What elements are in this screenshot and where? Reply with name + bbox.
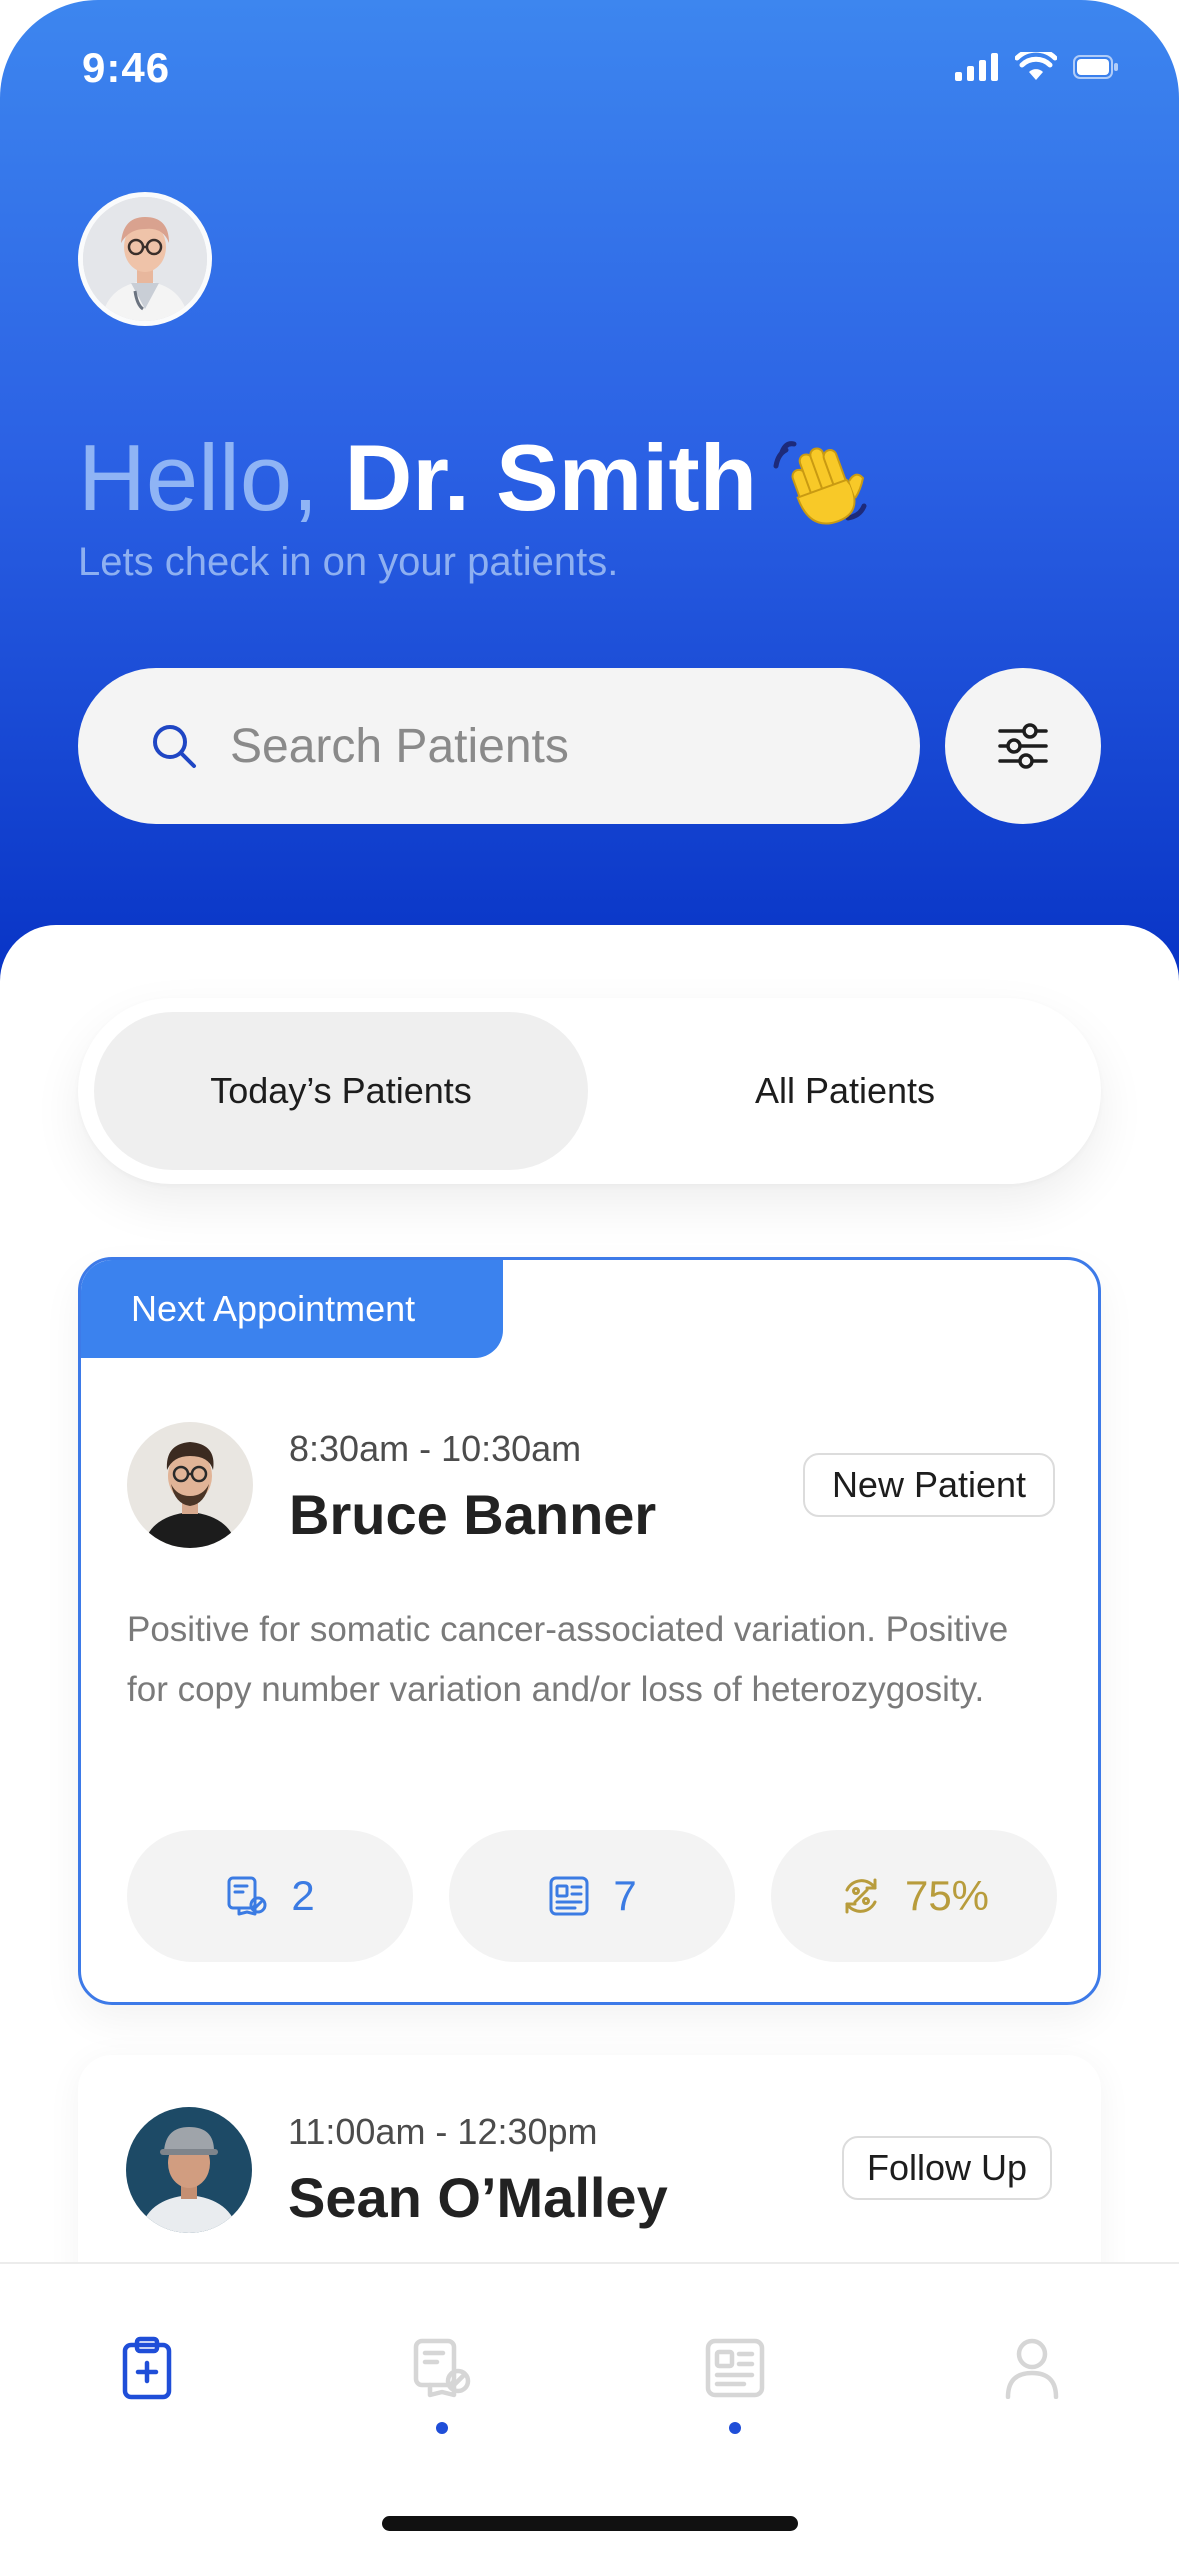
search-bar[interactable]: Search Patients bbox=[78, 668, 920, 824]
search-input[interactable]: Search Patients bbox=[230, 719, 569, 774]
user-icon bbox=[1005, 2338, 1059, 2399]
waving-hand-icon bbox=[772, 432, 872, 532]
appointment-time: 11:00am - 12:30pm bbox=[288, 2111, 598, 2152]
greeting-heading: Hello, Dr. Smith bbox=[78, 420, 757, 536]
prescriptions-value: 2 bbox=[291, 1872, 315, 1919]
prescriptions-count[interactable]: 2 bbox=[127, 1830, 413, 1962]
patient-avatar bbox=[127, 1422, 253, 1548]
reports-value: 7 bbox=[613, 1872, 637, 1919]
greeting-hello: Hello, bbox=[78, 425, 319, 530]
next-appointment-tag: Next Appointment bbox=[81, 1260, 503, 1358]
prescription-icon bbox=[413, 2338, 471, 2398]
tab-all-patients[interactable]: All Patients bbox=[598, 1012, 1092, 1170]
next-appointment-card[interactable]: Next Appointment 8:30am - 10:30am Bruce … bbox=[78, 1257, 1101, 2005]
bottom-nav bbox=[0, 2262, 1179, 2556]
patient-name: Bruce Banner bbox=[289, 1483, 657, 1546]
status-badge: New Patient bbox=[803, 1453, 1055, 1517]
battery-icon bbox=[1073, 55, 1118, 79]
greeting-subtitle: Lets check in on your patients. bbox=[78, 540, 619, 584]
header-section: 9:46 Hello, Dr. Smith Lets check in on y… bbox=[0, 0, 1179, 1010]
nav-profile[interactable] bbox=[992, 2328, 1072, 2408]
doctor-avatar[interactable] bbox=[78, 192, 212, 326]
app-screen: 9:46 Hello, Dr. Smith Lets check in on y… bbox=[0, 0, 1179, 2556]
progress-percentage[interactable]: 75% bbox=[771, 1830, 1057, 1962]
patient-avatar bbox=[126, 2107, 252, 2233]
reports-count[interactable]: 7 bbox=[449, 1830, 735, 1962]
nav-indicator-dot bbox=[729, 2422, 741, 2434]
sliders-icon bbox=[998, 723, 1048, 769]
appointment-time: 8:30am - 10:30am bbox=[289, 1428, 582, 1469]
report-icon bbox=[705, 2338, 765, 2398]
percent-cycle-icon bbox=[845, 1878, 877, 1914]
filter-button[interactable] bbox=[945, 668, 1101, 824]
status-icons bbox=[955, 52, 1119, 82]
status-badge: Follow Up bbox=[842, 2136, 1052, 2200]
patient-description: Positive for somatic cancer-associated v… bbox=[127, 1610, 1009, 1709]
status-time: 9:46 bbox=[82, 44, 171, 91]
home-indicator[interactable] bbox=[382, 2516, 798, 2531]
tab-todays-patients[interactable]: Today’s Patients bbox=[94, 1012, 588, 1170]
report-icon bbox=[549, 1876, 589, 1916]
doctor-name: Dr. Smith bbox=[344, 425, 758, 530]
patient-name: Sean O’Malley bbox=[288, 2166, 668, 2229]
signal-icon bbox=[955, 53, 998, 81]
prescription-icon bbox=[227, 1876, 267, 1916]
wifi-icon bbox=[1015, 52, 1057, 80]
search-icon bbox=[153, 725, 196, 768]
patient-tabs: Today’s Patients All Patients bbox=[78, 998, 1101, 1184]
progress-value: 75% bbox=[904, 1872, 990, 1919]
nav-home[interactable] bbox=[107, 2328, 187, 2408]
nav-prescriptions[interactable] bbox=[402, 2328, 482, 2408]
clipboard-plus-icon bbox=[122, 2336, 172, 2400]
nav-reports[interactable] bbox=[695, 2328, 775, 2408]
nav-indicator-dot bbox=[436, 2422, 448, 2434]
